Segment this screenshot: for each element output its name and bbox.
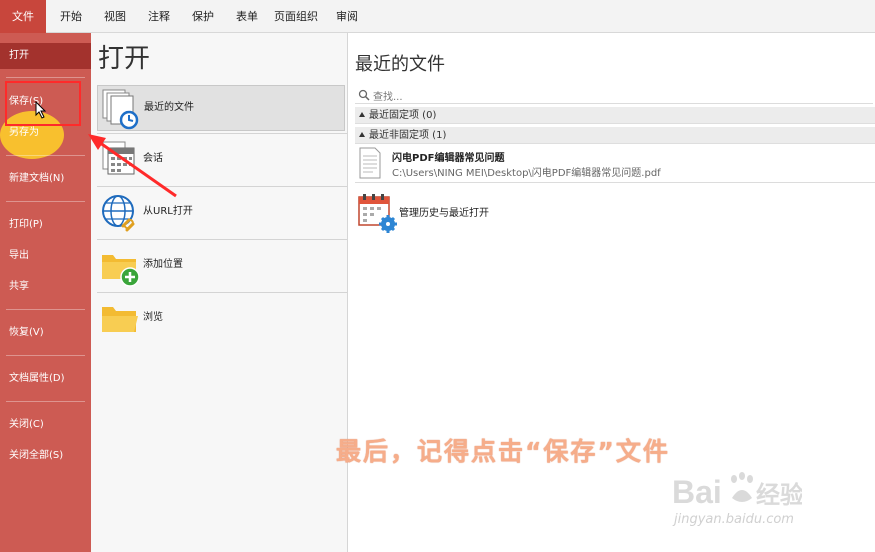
menu-review[interactable]: 审阅 <box>328 0 366 33</box>
open-pane-title: 打开 <box>98 44 151 74</box>
session-icon <box>102 141 135 175</box>
sidebar-item-print[interactable]: 打印(P) <box>0 212 91 238</box>
menu-view[interactable]: 视图 <box>96 0 134 33</box>
unpinned-group-label: 最近非固定项 (1) <box>369 130 447 141</box>
menu-form[interactable]: 表单 <box>228 0 266 33</box>
option-open-from-url[interactable]: 从URL打开 <box>97 190 345 236</box>
sidebar-divider <box>6 77 85 78</box>
add-location-icon <box>102 255 140 287</box>
calendar-gear-icon <box>358 194 397 233</box>
sidebar-divider <box>6 355 85 356</box>
option-browse-label: 浏览 <box>143 312 163 323</box>
open-pane: 打开 最近的文件 会话 从URL打开 添加位置 浏览 <box>91 33 348 552</box>
collapse-triangle-icon <box>359 112 365 117</box>
menu-page-organize[interactable]: 页面组织 <box>270 0 322 33</box>
option-session-label: 会话 <box>143 153 163 164</box>
option-recent-files-label: 最近的文件 <box>144 102 194 113</box>
pdf-file-icon <box>359 147 381 179</box>
option-divider <box>97 186 347 187</box>
menu-bar: 文件 开始 视图 注释 保护 表单 页面组织 审阅 <box>0 0 875 33</box>
recent-files-title: 最近的文件 <box>355 54 445 75</box>
search-icon <box>358 89 370 101</box>
sidebar-item-close[interactable]: 关闭(C) <box>0 412 91 438</box>
option-add-location-label: 添加位置 <box>143 259 183 270</box>
url-globe-icon <box>102 195 135 232</box>
sidebar-divider <box>6 401 85 402</box>
watermark-url: jingyan.baidu.com <box>674 512 794 527</box>
unpinned-group-header[interactable]: 最近非固定项 (1) <box>355 127 875 144</box>
option-browse[interactable]: 浏览 <box>97 296 345 342</box>
recent-file-path: C:\Users\NING MEI\Desktop\闪电PDF编辑器常见问题.p… <box>392 168 661 179</box>
sidebar-divider <box>6 309 85 310</box>
recent-files-icon <box>102 89 139 130</box>
tutorial-caption: 最后，记得点击“保存”文件 <box>336 437 670 466</box>
mouse-pointer-icon <box>35 101 47 119</box>
sidebar-item-share[interactable]: 共享 <box>0 274 91 300</box>
sidebar-item-new-document[interactable]: 新建文档(N) <box>0 166 91 192</box>
menu-home[interactable]: 开始 <box>52 0 90 33</box>
recent-file-name: 闪电PDF编辑器常见问题 <box>392 153 505 164</box>
recent-file-row[interactable]: 闪电PDF编辑器常见问题 C:\Users\NING MEI\Desktop\闪… <box>355 145 875 183</box>
browse-folder-icon <box>102 307 138 332</box>
option-divider <box>97 239 347 240</box>
sidebar-item-restore[interactable]: 恢复(V) <box>0 320 91 346</box>
manage-history-label: 管理历史与最近打开 <box>399 208 489 219</box>
sidebar-divider <box>6 155 85 156</box>
menu-protect[interactable]: 保护 <box>184 0 222 33</box>
sidebar-item-open[interactable]: 打开 <box>0 43 91 69</box>
option-open-from-url-label: 从URL打开 <box>143 206 193 217</box>
option-add-location[interactable]: 添加位置 <box>97 243 345 289</box>
svg-text:经验: 经验 <box>756 481 802 509</box>
sidebar-item-export[interactable]: 导出 <box>0 243 91 269</box>
option-divider <box>97 292 347 293</box>
search-input[interactable]: 查找... <box>373 88 403 103</box>
option-session[interactable]: 会话 <box>97 137 345 183</box>
menu-file[interactable]: 文件 <box>0 0 46 33</box>
collapse-triangle-icon <box>359 132 365 137</box>
option-divider <box>97 133 347 134</box>
sidebar-divider <box>6 201 85 202</box>
menu-annotate[interactable]: 注释 <box>140 0 178 33</box>
pinned-group-header[interactable]: 最近固定项 (0) <box>355 107 875 124</box>
svg-text:Bai: Bai <box>672 474 722 510</box>
option-recent-files[interactable]: 最近的文件 <box>97 85 345 131</box>
pinned-group-label: 最近固定项 (0) <box>369 110 437 121</box>
search-box[interactable]: 查找... <box>355 86 873 104</box>
manage-history-button[interactable]: 管理历史与最近打开 <box>355 190 615 234</box>
baidu-jingyan-watermark-logo: Bai 经验 <box>672 472 802 510</box>
sidebar-item-close-all[interactable]: 关闭全部(S) <box>0 443 91 469</box>
sidebar-item-document-properties[interactable]: 文档属性(D) <box>0 366 91 392</box>
